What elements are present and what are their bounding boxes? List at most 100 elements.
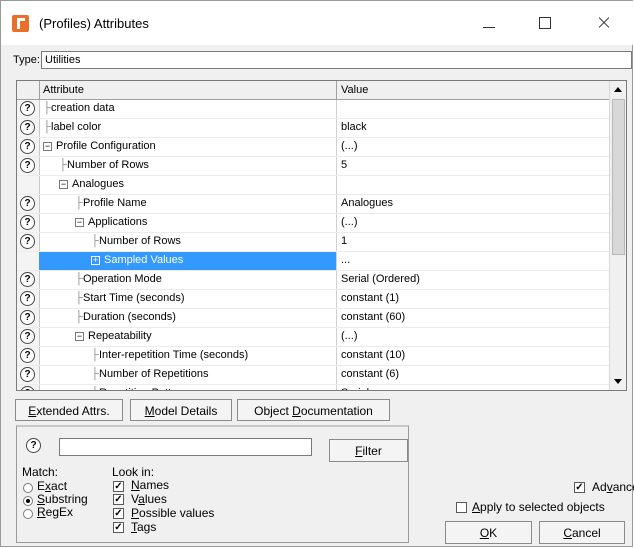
- match-substring-radio[interactable]: [23, 496, 33, 506]
- table-row[interactable]: ? ├ Number of Rows 5: [17, 157, 611, 176]
- model-details-button[interactable]: Model Details: [130, 399, 232, 421]
- help-icon[interactable]: ?: [20, 139, 35, 154]
- expand-icon[interactable]: +: [91, 256, 100, 265]
- attribute-value[interactable]: (...): [341, 140, 358, 152]
- attribute-name: Start Time (seconds): [83, 292, 185, 304]
- type-field[interactable]: Utilities: [41, 51, 632, 69]
- tree-line-icon: └: [91, 387, 99, 390]
- lookin-tags-label: Tags: [131, 520, 157, 534]
- search-input[interactable]: [59, 438, 312, 456]
- table-row[interactable]: ? ├ creation data: [17, 100, 611, 119]
- lookin-tags-checkbox[interactable]: [113, 522, 124, 533]
- table-row[interactable]: ? ├ Profile Name Analogues: [17, 195, 611, 214]
- tree-line-icon: ├: [75, 292, 83, 304]
- help-icon[interactable]: ?: [20, 367, 35, 382]
- table-row[interactable]: ? − Profile Configuration (...): [17, 138, 611, 157]
- maximize-button[interactable]: [523, 9, 567, 37]
- attribute-name: Analogues: [72, 178, 124, 190]
- attribute-name: Number of Rows: [99, 235, 181, 247]
- table-row[interactable]: ? ├ Inter-repetition Time (seconds) constan…: [17, 347, 611, 366]
- lookin-values-checkbox[interactable]: [113, 494, 124, 505]
- help-icon[interactable]: ?: [20, 348, 35, 363]
- help-icon[interactable]: ?: [20, 234, 35, 249]
- header-attribute[interactable]: Attribute: [43, 84, 84, 96]
- column-divider: [336, 290, 337, 308]
- collapse-icon[interactable]: −: [43, 142, 52, 151]
- extended-attrs-button[interactable]: Extended Attrs.: [15, 399, 123, 421]
- attribute-value[interactable]: black: [341, 121, 367, 133]
- lookin-names-checkbox[interactable]: [113, 481, 124, 492]
- minimize-button[interactable]: [467, 9, 511, 37]
- attribute-value[interactable]: (...): [341, 216, 358, 228]
- filter-button[interactable]: Filter: [329, 439, 408, 462]
- match-regex-label: RegEx: [37, 505, 74, 519]
- help-icon[interactable]: ?: [20, 120, 35, 135]
- help-icon[interactable]: ?: [20, 272, 35, 287]
- column-divider: [336, 157, 337, 175]
- lookin-possible-values-checkbox[interactable]: [113, 508, 124, 519]
- attribute-value[interactable]: (...): [341, 330, 358, 342]
- attribute-value[interactable]: 5: [341, 159, 347, 171]
- collapse-icon[interactable]: −: [59, 180, 68, 189]
- table-row[interactable]: − Analogues: [17, 176, 611, 195]
- table-row[interactable]: ? ├ Number of Repetitions constant (6): [17, 366, 611, 385]
- table-row[interactable]: ? − Applications (...): [17, 214, 611, 233]
- row-gutter: [17, 252, 40, 270]
- match-regex-radio[interactable]: [23, 509, 33, 519]
- attribute-name: Number of Rows: [67, 159, 149, 171]
- scroll-up-arrow-icon[interactable]: [610, 81, 626, 98]
- header-divider[interactable]: [336, 81, 337, 99]
- scroll-thumb[interactable]: [612, 99, 625, 255]
- help-icon[interactable]: ?: [20, 329, 35, 344]
- help-icon[interactable]: ?: [20, 291, 35, 306]
- table-row[interactable]: ? − Repeatability (...): [17, 328, 611, 347]
- attribute-name: Repeatability: [88, 330, 152, 342]
- attribute-value[interactable]: constant (10): [341, 349, 405, 361]
- attribute-value[interactable]: 1: [341, 235, 347, 247]
- table-row[interactable]: + Sampled Values...: [17, 252, 611, 271]
- cancel-button[interactable]: Cancel: [539, 521, 625, 544]
- collapse-icon[interactable]: −: [75, 332, 84, 341]
- help-icon[interactable]: ?: [20, 215, 35, 230]
- table-row[interactable]: ? ├ Number of Rows 1: [17, 233, 611, 252]
- lookin-label: Look in:: [112, 465, 155, 479]
- attribute-name: Profile Name: [83, 197, 147, 209]
- row-gutter: [17, 176, 40, 194]
- close-button[interactable]: [581, 9, 625, 37]
- attribute-value[interactable]: constant (1): [341, 292, 399, 304]
- column-divider: [336, 214, 337, 232]
- window-title: (Profiles) Attributes: [39, 16, 149, 31]
- scroll-down-arrow-icon[interactable]: [610, 373, 626, 390]
- attribute-value[interactable]: Analogues: [341, 197, 393, 209]
- attribute-value[interactable]: ...: [341, 254, 350, 266]
- attributes-dialog: (Profiles) Attributes Type: Utilities At…: [0, 0, 634, 547]
- help-icon[interactable]: ?: [20, 196, 35, 211]
- ok-button[interactable]: OK: [445, 521, 532, 544]
- tree-line-icon: ├: [59, 159, 67, 171]
- help-icon[interactable]: ?: [26, 438, 41, 453]
- header-value[interactable]: Value: [341, 84, 368, 96]
- match-exact-radio[interactable]: [23, 483, 33, 493]
- attribute-name: Applications: [88, 216, 148, 228]
- advanced-checkbox[interactable]: [574, 482, 585, 493]
- object-documentation-button[interactable]: Object Documentation: [237, 399, 390, 421]
- attribute-value[interactable]: Serial (Ordered): [341, 273, 420, 285]
- table-row[interactable]: ? ├ Start Time (seconds) constant (1): [17, 290, 611, 309]
- collapse-icon[interactable]: −: [75, 218, 84, 227]
- lookin-values-label: Values: [131, 492, 167, 506]
- table-row[interactable]: ? ├ Operation Mode Serial (Ordered): [17, 271, 611, 290]
- column-divider: [336, 252, 337, 270]
- apply-selected-checkbox[interactable]: [456, 502, 467, 513]
- help-icon[interactable]: ?: [20, 158, 35, 173]
- attribute-value[interactable]: Serial: [341, 387, 369, 390]
- vertical-scrollbar[interactable]: [609, 81, 626, 390]
- attribute-value[interactable]: constant (6): [341, 368, 399, 380]
- table-row[interactable]: ? ├ Duration (seconds) constant (60): [17, 309, 611, 328]
- column-divider: [336, 100, 337, 118]
- table-row[interactable]: ? ├ label color black: [17, 119, 611, 138]
- table-row[interactable]: ?└Repetition PatternSerial: [17, 385, 611, 390]
- column-divider: [336, 309, 337, 327]
- help-icon[interactable]: ?: [20, 101, 35, 116]
- attribute-value[interactable]: constant (60): [341, 311, 405, 323]
- help-icon[interactable]: ?: [20, 310, 35, 325]
